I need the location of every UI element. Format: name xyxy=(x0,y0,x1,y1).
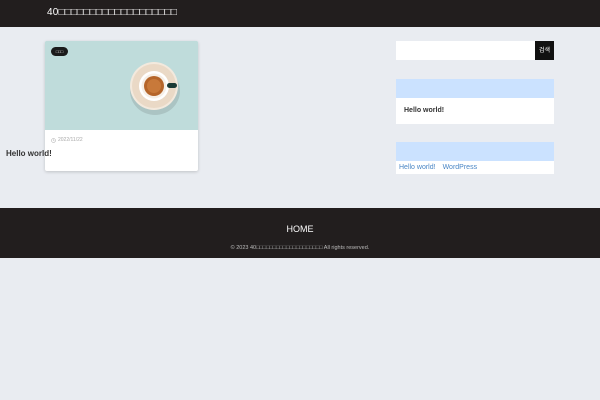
post-thumbnail[interactable]: □□□ xyxy=(45,41,198,130)
footer-nav: HOME xyxy=(0,219,600,237)
clock-icon xyxy=(51,137,56,143)
site-title[interactable]: 40□□□□□□□□□□□□□□□□□□□ xyxy=(47,7,177,18)
category-badge[interactable]: □□□ xyxy=(51,47,68,56)
post-card[interactable]: □□□ 2022/11/22 xyxy=(45,41,198,171)
tags-heading xyxy=(396,142,554,161)
copyright-text: © 2023 40□□□□□□□□□□□□□□□□□□□□ All rights… xyxy=(230,245,370,251)
recent-post-link[interactable]: Hello world! xyxy=(404,107,444,114)
site-header: 40□□□□□□□□□□□□□□□□□□□ xyxy=(0,0,600,27)
tag-link[interactable]: Hello world! xyxy=(399,164,436,171)
recent-posts-heading xyxy=(396,79,554,98)
tag-link[interactable]: WordPress xyxy=(443,164,478,171)
search-button[interactable]: 검색 xyxy=(535,41,554,60)
search-form: 검색 xyxy=(396,41,554,60)
coffee-cup-image xyxy=(45,41,198,130)
post-date-text: 2022/11/22 xyxy=(58,137,83,143)
search-input[interactable] xyxy=(396,41,535,60)
tag-list: Hello world! WordPress xyxy=(399,164,477,171)
recent-posts-widget: Hello world! xyxy=(396,79,554,124)
post-date: 2022/11/22 xyxy=(51,137,83,143)
footer-home-link[interactable]: HOME xyxy=(287,224,314,234)
post-title[interactable]: Hello world! xyxy=(6,149,52,158)
tags-widget: Hello world! WordPress xyxy=(396,142,554,174)
site-footer: HOME © 2023 40□□□□□□□□□□□□□□□□□□□□ All r… xyxy=(0,208,600,258)
